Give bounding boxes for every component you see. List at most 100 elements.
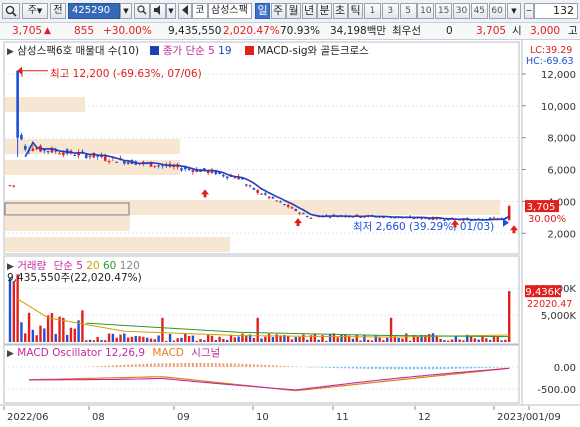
volume-bar [290, 339, 294, 342]
nav-dropdown[interactable]: ▼ [166, 3, 176, 19]
price-tick-label: 10,000 [541, 102, 576, 113]
timeframe-5[interactable]: 초 [332, 3, 348, 19]
macd-oscillator-bar [127, 364, 130, 367]
timeframe-3[interactable]: 년 [301, 3, 317, 19]
hc-label: HC:-69.63 [526, 56, 574, 67]
volume-bar [92, 340, 96, 342]
macd-oscillator-bar [134, 364, 137, 367]
volume-title: 거래량 [17, 260, 47, 272]
macd-oscillator-bar [260, 364, 263, 367]
code-dropdown[interactable]: ▼ [120, 3, 132, 19]
volume-bar [504, 339, 507, 342]
candle-body [103, 156, 107, 161]
timeframe-4[interactable]: 분 [317, 3, 332, 19]
interval-60[interactable]: 60 [488, 3, 506, 19]
collapse-icon[interactable]: ▶ [7, 262, 14, 272]
macd-oscillator-bar [412, 366, 415, 370]
magnifier-icon[interactable] [2, 3, 20, 19]
count-input[interactable]: 132 [534, 3, 578, 19]
market-select[interactable]: 주▼ [22, 3, 48, 19]
volume-bar [69, 327, 73, 342]
open-label: 시 [512, 25, 522, 37]
macd-oscillator-bar [382, 366, 385, 370]
macd-oscillator-bar [237, 363, 240, 367]
interval-1[interactable]: 1 [364, 3, 381, 19]
macd-oscillator-bar [310, 366, 313, 368]
macd-oscillator-bar [180, 362, 183, 367]
volume-ma60-line [86, 322, 510, 338]
macd-oscillator-bar [214, 363, 217, 367]
price-change: 855 [74, 25, 95, 37]
macd-oscillator-bar [424, 366, 427, 370]
speaker-icon[interactable] [150, 3, 166, 19]
price-tick-label: 2,000 [547, 229, 576, 240]
candle-body [256, 190, 259, 193]
decrement-icon[interactable]: − [524, 3, 534, 19]
market-type-badge: 코 [192, 3, 208, 19]
interval-30[interactable]: 30 [453, 3, 470, 19]
collapse-icon[interactable]: ▶ [7, 47, 14, 57]
macd-oscillator-bar [161, 363, 164, 367]
interval-10[interactable]: 10 [417, 3, 435, 19]
candle-body [252, 187, 256, 190]
interval-menu[interactable]: ▼ [507, 3, 521, 19]
interval-3[interactable]: 3 [381, 3, 399, 19]
date-tick-label: 01/09 [532, 412, 561, 423]
volume-bar [187, 336, 191, 342]
interval-5[interactable]: 5 [399, 3, 417, 19]
volume-tick-label: 5,000K [541, 311, 577, 322]
volume-bar [226, 339, 229, 342]
volume-bar [115, 337, 118, 342]
macd-oscillator-bar [279, 365, 282, 367]
volume-bar [184, 333, 187, 342]
volume-bar [100, 340, 103, 342]
volume-bar [344, 334, 347, 342]
timeframe-2[interactable]: 월 [286, 3, 301, 19]
volume-bar [81, 310, 84, 342]
interval-45[interactable]: 45 [470, 3, 488, 19]
ma-swatch [150, 46, 160, 55]
volume-bar [145, 337, 149, 342]
vol-ma-20: 20 [86, 260, 100, 272]
volume-bar [355, 334, 358, 342]
macd-oscillator-bar [447, 366, 450, 369]
macd-oscillator-bar [203, 362, 206, 367]
stock-chart[interactable]: 12,000 10,000 8,000 6,000 4,000 2,000 3,705 30.… [0, 40, 580, 427]
volume-percent: 2,020.47% [223, 25, 280, 37]
macd-oscillator-bar [386, 366, 389, 370]
candle-body [271, 197, 275, 199]
candle-body [153, 165, 157, 167]
candle-body [302, 213, 305, 215]
macd-oscillator-bar [169, 363, 172, 367]
macd-oscillator-bar [359, 366, 362, 369]
timeframe-0[interactable]: 일 [255, 3, 270, 19]
volume-bar [252, 338, 256, 342]
timeframe-6[interactable]: 틱 [348, 3, 363, 19]
stock-code-input[interactable]: 425290 [68, 3, 120, 19]
macd-tick-label: -500.00 [537, 385, 576, 396]
volume-bar [469, 336, 473, 342]
candle-body [8, 185, 12, 187]
candle-body [20, 134, 23, 140]
prefix-button[interactable]: 전 [50, 3, 66, 19]
collapse-icon[interactable]: ▶ [7, 349, 14, 359]
timeframe-1[interactable]: 주 [270, 3, 286, 19]
search-play-icon[interactable] [134, 3, 150, 19]
macd-oscillator-bar [409, 366, 412, 370]
macd-title: MACD Oscillator 12,26,9 [17, 347, 146, 359]
macd-oscillator-bar [188, 362, 191, 367]
date-tick-label: 08 [92, 412, 105, 423]
chart-canvas[interactable]: 12,00010,0008,0006,0004,0002,0003,70530.… [0, 40, 580, 427]
prev-icon[interactable] [178, 3, 192, 19]
volume-bar [20, 322, 23, 342]
volume-bar [62, 317, 65, 342]
volume-value-label: 9,435,550주(22,020.47%) [7, 272, 142, 284]
macd-oscillator-bar [264, 364, 267, 367]
macd-oscillator-bar [108, 365, 111, 367]
candle-body [31, 148, 35, 151]
stock-name-field[interactable]: 삼성스팩6 [208, 3, 252, 19]
macd-oscillator-bar [275, 365, 278, 367]
macd-oscillator-bar [428, 366, 431, 370]
count-value: 132 [553, 4, 574, 17]
interval-15[interactable]: 15 [435, 3, 453, 19]
